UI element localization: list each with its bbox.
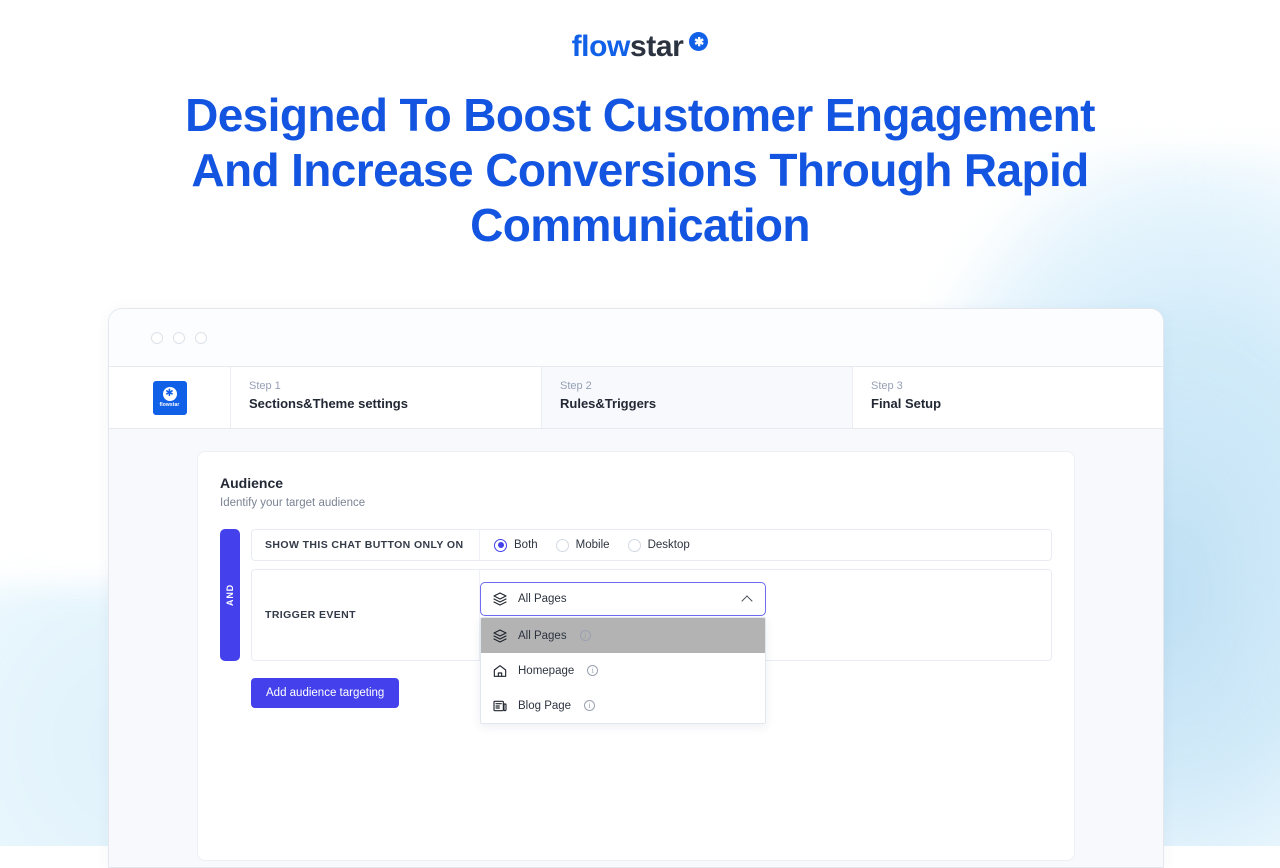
article-icon [492, 698, 508, 714]
radio-dot-desktop-icon[interactable] [628, 539, 641, 552]
step-1-number: Step 1 [249, 379, 541, 393]
stepper-nav: flowstar Step 1 Sections&Theme settings … [109, 367, 1163, 429]
select-option-label-blog-page: Blog Page [518, 700, 571, 712]
page-root: flowstar Designed To Boost Customer Enga… [0, 0, 1280, 253]
step-2-number: Step 2 [560, 379, 852, 393]
browser-mockup: flowstar Step 1 Sections&Theme settings … [108, 308, 1164, 868]
audience-title: Audience [220, 474, 1052, 492]
info-icon[interactable] [584, 700, 595, 711]
add-audience-targeting-button[interactable]: Add audience targeting [251, 678, 399, 708]
brand-flow-text: flow [572, 30, 630, 63]
chevron-up-icon[interactable] [742, 593, 754, 605]
radio-label-both: Both [514, 539, 538, 551]
select-dropdown-menu: All Pages Homepage [480, 617, 766, 724]
home-icon [492, 663, 508, 679]
select-option-all-pages[interactable]: All Pages [481, 618, 765, 653]
radio-option-both[interactable]: Both [494, 539, 538, 552]
radio-label-mobile: Mobile [576, 539, 610, 551]
rule-label-trigger: TRIGGER EVENT [252, 570, 480, 660]
rule-row-device: SHOW THIS CHAT BUTTON ONLY ON Both [251, 529, 1052, 561]
audience-card: Audience Identify your target audience A… [197, 451, 1075, 861]
window-dot-3-icon [195, 332, 207, 344]
asterisk-icon [689, 32, 708, 51]
select-option-homepage[interactable]: Homepage [481, 653, 765, 688]
rule-label-device: SHOW THIS CHAT BUTTON ONLY ON [252, 530, 480, 560]
radio-label-desktop: Desktop [648, 539, 690, 551]
info-icon[interactable] [587, 665, 598, 676]
radio-dot-both-icon[interactable] [494, 539, 507, 552]
select-value: All Pages [518, 593, 732, 605]
logo-tile-label: flowstar [160, 402, 180, 408]
page-title: Designed To Boost Customer Engagement An… [140, 88, 1140, 253]
layers-icon [492, 591, 508, 607]
rule-value-device: Both Mobile Desktop [480, 530, 1051, 560]
audience-subtitle: Identify your target audience [220, 495, 1052, 511]
select-option-label-all-pages: All Pages [518, 630, 567, 642]
select-option-blog-page[interactable]: Blog Page [481, 688, 765, 723]
step-item-2[interactable]: Step 2 Rules&Triggers [542, 367, 853, 428]
content-area: Audience Identify your target audience A… [109, 429, 1163, 868]
radio-option-desktop[interactable]: Desktop [628, 539, 690, 552]
browser-titlebar [109, 309, 1163, 367]
step-3-label: Final Setup [871, 396, 1163, 413]
radio-dot-mobile-icon[interactable] [556, 539, 569, 552]
step-item-1[interactable]: Step 1 Sections&Theme settings [231, 367, 542, 428]
step-item-3[interactable]: Step 3 Final Setup [853, 367, 1163, 428]
select-option-label-homepage: Homepage [518, 665, 574, 677]
device-radio-group[interactable]: Both Mobile Desktop [494, 539, 690, 552]
info-icon[interactable] [580, 630, 591, 641]
step-1-label: Sections&Theme settings [249, 396, 541, 413]
app-logo[interactable]: flowstar [109, 367, 231, 428]
brand-logo: flowstar [0, 0, 1280, 62]
rule-group: AND SHOW THIS CHAT BUTTON ONLY ON Both [220, 529, 1052, 661]
step-3-number: Step 3 [871, 379, 1163, 393]
trigger-event-select: All Pages All Pages [480, 582, 766, 724]
window-dot-1-icon [151, 332, 163, 344]
brand-star-text: star [630, 30, 683, 63]
logo-tile: flowstar [153, 381, 187, 415]
and-connector: AND [220, 529, 240, 661]
step-2-label: Rules&Triggers [560, 396, 852, 413]
layers-icon [492, 628, 508, 644]
select-field[interactable]: All Pages [480, 582, 766, 616]
asterisk-badge-icon [163, 387, 177, 401]
radio-option-mobile[interactable]: Mobile [556, 539, 610, 552]
window-dot-2-icon [173, 332, 185, 344]
and-label: AND [225, 584, 235, 606]
